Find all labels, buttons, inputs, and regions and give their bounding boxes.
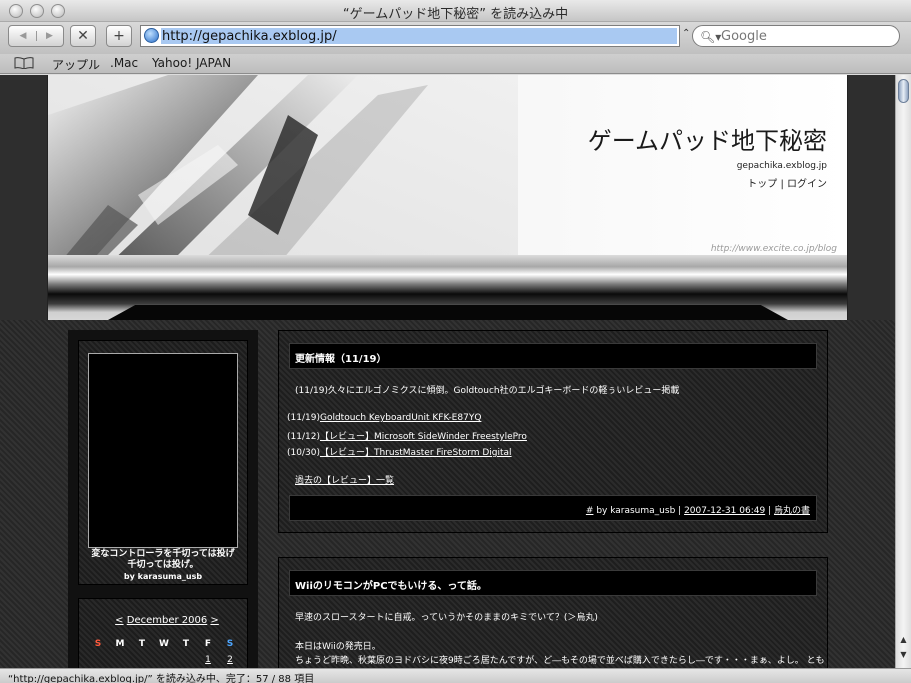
stop-button[interactable]: ✕ — [70, 25, 96, 47]
toolbar: ◀ ▶ ✕ + http://gepachika.exblog.jp/ ⌃ 🔍︎… — [0, 22, 911, 54]
bookmarks-bar: アップル .Mac Yahoo! JAPAN — [0, 54, 911, 74]
footer-separator: | — [678, 506, 682, 516]
post-author: by karasuma_usb — [596, 506, 676, 516]
post-body: 本日はWiiの発売日。 — [295, 642, 381, 652]
header-dark-band — [108, 305, 788, 320]
post-item-link[interactable]: 【レビュー】Microsoft SideWinder FreestylePro — [320, 432, 527, 442]
scroll-down-icon[interactable]: ▼ — [898, 650, 909, 661]
post-title[interactable]: WiiのリモコンがPCでもいける、って話。 — [289, 570, 817, 596]
search-icon[interactable]: 🔍︎▾ — [700, 30, 721, 44]
post-item-date: (10/30) — [287, 448, 320, 458]
archive-link[interactable]: 過去の【レビュー】一覧 — [295, 473, 394, 486]
post-item-link[interactable]: Goldtouch KeyboardUnit KFK-E87YQ — [320, 413, 481, 423]
browser-window: “ゲームパッド地下秘密” を読み込み中 ◀ ▶ ✕ + http://gepac… — [0, 0, 911, 683]
post-title[interactable]: 更新情報（11/19） — [289, 343, 817, 369]
site-url: gepachika.exblog.jp — [736, 161, 827, 171]
post-item: (11/19)Goldtouch KeyboardUnit KFK-E87YQ — [287, 413, 481, 423]
search-placeholder: Google — [721, 29, 767, 44]
profile-caption: 変なコントローラを千切っては投げ 千切っては投げ。 by karasuma_us… — [79, 549, 247, 582]
calendar-day-of-week: W — [159, 639, 169, 649]
calendar-day-of-week: T — [182, 639, 190, 649]
calendar-prev-link[interactable]: < — [115, 615, 123, 626]
plus-icon: + — [113, 28, 125, 44]
header-link-separator: | — [780, 179, 784, 190]
bookmarks-book-icon[interactable] — [14, 57, 34, 69]
permalink[interactable]: # — [586, 506, 594, 516]
profile-box: 変なコントローラを千切っては投げ 千切っては投げ。 by karasuma_us… — [78, 340, 248, 585]
calendar-box: < December 2006 > SMTWTFS123456789 — [78, 598, 248, 668]
title-bar: “ゲームパッド地下秘密” を読み込み中 — [0, 0, 911, 22]
status-bar: “http://gepachika.exblog.jp/” を読み込み中、完了：… — [0, 668, 911, 683]
calendar-header: < December 2006 > — [79, 615, 255, 626]
post-body: ちょうど昨晩、秋葉原のヨドバシに夜9時ごろ居たんですが、ど―もその場で並べば購入… — [295, 656, 825, 666]
post-item: (10/30)【レビュー】ThrustMaster FireStorm Digi… — [287, 445, 512, 458]
bookmark-apple[interactable]: アップル — [52, 56, 100, 73]
post-item-date: (11/12) — [287, 432, 320, 442]
back-arrow-icon[interactable]: ◀ — [10, 31, 36, 41]
profile-caption-line1: 変なコントローラを千切っては投げ — [91, 549, 235, 559]
footer-separator: | — [768, 506, 772, 516]
calendar-day-of-week: M — [115, 639, 125, 649]
post-item-date: (11/19) — [287, 413, 320, 423]
calendar-day-of-week: T — [138, 639, 146, 649]
post-lead: 早速のスロースタートに自戒。っていうかそのままのキミでいて？(＞烏丸) — [295, 613, 598, 623]
header-abstract-graphic — [48, 75, 518, 265]
page-content: ゲームパッド地下秘密 gepachika.exblog.jp トップ | ログイ… — [0, 75, 895, 668]
post-item: (11/12)【レビュー】Microsoft SideWinder Freest… — [287, 429, 527, 442]
calendar-next-link[interactable]: > — [210, 615, 218, 626]
address-text[interactable]: http://gepachika.exblog.jp/ — [162, 29, 337, 44]
blog-header: ゲームパッド地下秘密 gepachika.exblog.jp トップ | ログイ… — [47, 75, 848, 320]
post-lead: (11/19)久々にエルゴノミクスに傾倒。Goldtouch社のエルゴキーボード… — [295, 386, 680, 396]
header-links: トップ | ログイン — [747, 175, 827, 190]
forward-arrow-icon[interactable]: ▶ — [36, 31, 62, 41]
post-footer: # by karasuma_usb | 2007-12-31 06:49 | 烏… — [289, 495, 817, 521]
globe-icon — [144, 28, 159, 43]
calendar-day-of-week: S — [94, 639, 102, 649]
post-update-info: 更新情報（11/19） (11/19)久々にエルゴノミクスに傾倒。Goldtou… — [278, 330, 828, 533]
vertical-scrollbar[interactable]: ▲ ▼ — [895, 75, 911, 668]
back-forward-buttons: ◀ ▶ — [8, 25, 64, 47]
calendar-day[interactable]: 2 — [221, 655, 239, 665]
address-bar[interactable]: http://gepachika.exblog.jp/ — [140, 25, 680, 47]
profile-caption-author: by karasuma_usb — [123, 572, 203, 581]
post-category[interactable]: 烏丸の書 — [774, 506, 810, 516]
left-sidebar: 変なコントローラを千切っては投げ 千切っては投げ。 by karasuma_us… — [68, 330, 258, 668]
profile-photo — [88, 353, 238, 548]
scrollbar-thumb[interactable] — [898, 79, 909, 103]
bookmark-yahoo-japan[interactable]: Yahoo! JAPAN — [152, 56, 231, 70]
profile-caption-line2: 千切っては投げ。 — [127, 560, 199, 570]
top-link[interactable]: トップ — [747, 179, 777, 190]
login-link[interactable]: ログイン — [787, 179, 827, 190]
scroll-up-icon[interactable]: ▲ — [898, 635, 909, 646]
calendar-day-of-week: F — [204, 639, 212, 649]
post-wii-remote: WiiのリモコンがPCでもいける、って話。 早速のスロースタートに自戒。っていう… — [278, 557, 828, 668]
add-bookmark-button[interactable]: + — [106, 25, 132, 47]
calendar-month[interactable]: December 2006 — [127, 615, 207, 626]
search-field[interactable]: 🔍︎▾ Google — [692, 25, 900, 47]
post-item-link[interactable]: 【レビュー】ThrustMaster FireStorm Digital — [320, 448, 512, 458]
post-datetime[interactable]: 2007-12-31 06:49 — [684, 506, 765, 516]
calendar-day[interactable]: 1 — [199, 655, 217, 665]
stop-icon: ✕ — [77, 28, 89, 44]
header-watermark: http://www.excite.co.jp/blog — [710, 244, 837, 254]
bookmark-mac[interactable]: .Mac — [110, 56, 138, 70]
site-title: ゲームパッド地下秘密 — [587, 127, 827, 155]
address-dropdown-icon[interactable]: ⌃ — [682, 28, 690, 39]
window-title: “ゲームパッド地下秘密” を読み込み中 — [342, 7, 569, 22]
calendar-day-of-week: S — [226, 639, 234, 649]
